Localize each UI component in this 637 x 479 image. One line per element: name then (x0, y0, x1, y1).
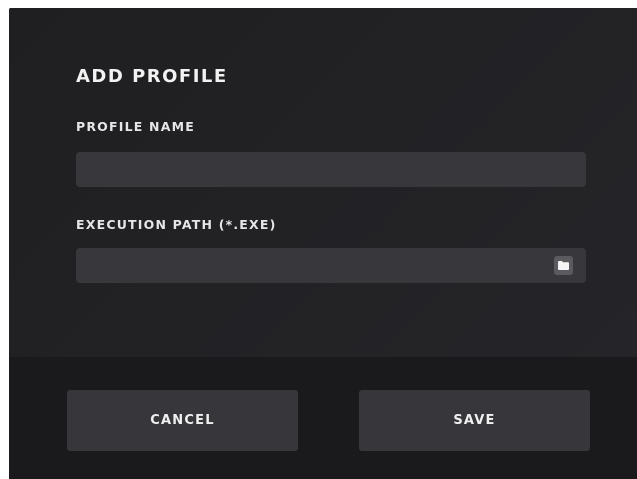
cancel-button[interactable]: CANCEL (67, 390, 298, 451)
folder-icon (558, 261, 569, 270)
execution-path-label: EXECUTION PATH (*.EXE) (76, 217, 277, 232)
execution-path-field[interactable] (76, 248, 586, 283)
browse-folder-button[interactable] (554, 256, 573, 275)
add-profile-dialog: ADD PROFILE PROFILE NAME EXECUTION PATH … (9, 8, 637, 479)
profile-name-field[interactable] (76, 152, 586, 187)
dialog-body: ADD PROFILE PROFILE NAME EXECUTION PATH … (9, 8, 637, 357)
save-button[interactable]: SAVE (359, 390, 590, 451)
dialog-title: ADD PROFILE (76, 66, 228, 87)
profile-name-label: PROFILE NAME (76, 119, 195, 134)
